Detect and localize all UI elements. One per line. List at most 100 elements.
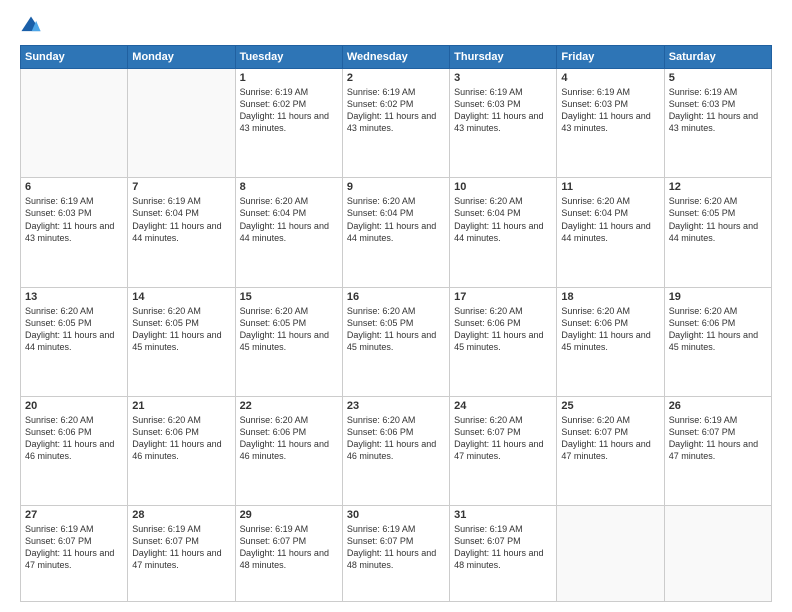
day-info: Sunrise: 6:19 AM Sunset: 6:03 PM Dayligh… — [25, 195, 123, 244]
logo-icon — [20, 15, 42, 37]
calendar-week-2: 6 Sunrise: 6:19 AM Sunset: 6:03 PM Daylig… — [21, 178, 772, 287]
calendar-cell: 14 Sunrise: 6:20 AM Sunset: 6:05 PM Dayli… — [128, 287, 235, 396]
calendar-cell: 23 Sunrise: 6:20 AM Sunset: 6:06 PM Dayli… — [342, 396, 449, 505]
day-number: 25 — [561, 400, 659, 412]
calendar-cell: 19 Sunrise: 6:20 AM Sunset: 6:06 PM Dayli… — [664, 287, 771, 396]
day-info: Sunrise: 6:20 AM Sunset: 6:06 PM Dayligh… — [25, 414, 123, 463]
day-info: Sunrise: 6:20 AM Sunset: 6:05 PM Dayligh… — [347, 305, 445, 354]
calendar-cell: 27 Sunrise: 6:19 AM Sunset: 6:07 PM Dayli… — [21, 506, 128, 602]
calendar-header-sunday: Sunday — [21, 46, 128, 69]
header — [20, 15, 772, 37]
calendar-table: SundayMondayTuesdayWednesdayThursdayFrid… — [20, 45, 772, 602]
day-number: 20 — [25, 400, 123, 412]
logo — [20, 15, 46, 37]
calendar-header-row: SundayMondayTuesdayWednesdayThursdayFrid… — [21, 46, 772, 69]
day-info: Sunrise: 6:20 AM Sunset: 6:06 PM Dayligh… — [347, 414, 445, 463]
calendar-cell: 16 Sunrise: 6:20 AM Sunset: 6:05 PM Dayli… — [342, 287, 449, 396]
calendar-cell: 7 Sunrise: 6:19 AM Sunset: 6:04 PM Daylig… — [128, 178, 235, 287]
day-number: 11 — [561, 181, 659, 193]
day-info: Sunrise: 6:20 AM Sunset: 6:07 PM Dayligh… — [454, 414, 552, 463]
calendar-header-monday: Monday — [128, 46, 235, 69]
day-info: Sunrise: 6:20 AM Sunset: 6:06 PM Dayligh… — [561, 305, 659, 354]
day-number: 26 — [669, 400, 767, 412]
day-number: 22 — [240, 400, 338, 412]
page: SundayMondayTuesdayWednesdayThursdayFrid… — [0, 0, 792, 612]
day-number: 24 — [454, 400, 552, 412]
day-info: Sunrise: 6:20 AM Sunset: 6:06 PM Dayligh… — [669, 305, 767, 354]
calendar-header-friday: Friday — [557, 46, 664, 69]
day-info: Sunrise: 6:19 AM Sunset: 6:07 PM Dayligh… — [454, 523, 552, 572]
day-info: Sunrise: 6:19 AM Sunset: 6:03 PM Dayligh… — [561, 86, 659, 135]
calendar-cell: 31 Sunrise: 6:19 AM Sunset: 6:07 PM Dayli… — [450, 506, 557, 602]
day-info: Sunrise: 6:19 AM Sunset: 6:07 PM Dayligh… — [25, 523, 123, 572]
calendar-cell — [557, 506, 664, 602]
calendar-cell: 22 Sunrise: 6:20 AM Sunset: 6:06 PM Dayli… — [235, 396, 342, 505]
calendar-cell: 20 Sunrise: 6:20 AM Sunset: 6:06 PM Dayli… — [21, 396, 128, 505]
calendar-cell — [664, 506, 771, 602]
calendar-header-saturday: Saturday — [664, 46, 771, 69]
day-info: Sunrise: 6:20 AM Sunset: 6:04 PM Dayligh… — [240, 195, 338, 244]
day-info: Sunrise: 6:19 AM Sunset: 6:02 PM Dayligh… — [240, 86, 338, 135]
calendar-week-3: 13 Sunrise: 6:20 AM Sunset: 6:05 PM Dayli… — [21, 287, 772, 396]
calendar-cell: 18Sunrise: 6:20 AM Sunset: 6:06 PM Dayli… — [557, 287, 664, 396]
calendar-cell: 6 Sunrise: 6:19 AM Sunset: 6:03 PM Daylig… — [21, 178, 128, 287]
day-number: 5 — [669, 72, 767, 84]
calendar-cell: 12Sunrise: 6:20 AM Sunset: 6:05 PM Dayli… — [664, 178, 771, 287]
calendar-cell: 13Sunrise: 6:20 AM Sunset: 6:05 PM Dayli… — [21, 287, 128, 396]
day-info: Sunrise: 6:19 AM Sunset: 6:07 PM Dayligh… — [347, 523, 445, 572]
calendar-cell: 5Sunrise: 6:19 AM Sunset: 6:03 PM Daylig… — [664, 69, 771, 178]
day-number: 1 — [240, 72, 338, 84]
day-info: Sunrise: 6:20 AM Sunset: 6:06 PM Dayligh… — [240, 414, 338, 463]
day-info: Sunrise: 6:20 AM Sunset: 6:04 PM Dayligh… — [347, 195, 445, 244]
day-info: Sunrise: 6:19 AM Sunset: 6:07 PM Dayligh… — [669, 414, 767, 463]
calendar-cell: 10 Sunrise: 6:20 AM Sunset: 6:04 PM Dayli… — [450, 178, 557, 287]
calendar-cell: 2Sunrise: 6:19 AM Sunset: 6:02 PM Daylig… — [342, 69, 449, 178]
day-number: 7 — [132, 181, 230, 193]
day-number: 16 — [347, 291, 445, 303]
day-number: 31 — [454, 509, 552, 521]
calendar-cell: 28 Sunrise: 6:19 AM Sunset: 6:07 PM Dayli… — [128, 506, 235, 602]
calendar-cell: 25 Sunrise: 6:20 AM Sunset: 6:07 PM Dayli… — [557, 396, 664, 505]
calendar-cell: 1 Sunrise: 6:19 AM Sunset: 6:02 PM Daylig… — [235, 69, 342, 178]
calendar-cell: 29 Sunrise: 6:19 AM Sunset: 6:07 PM Dayli… — [235, 506, 342, 602]
calendar-cell: 8 Sunrise: 6:20 AM Sunset: 6:04 PM Daylig… — [235, 178, 342, 287]
day-info: Sunrise: 6:20 AM Sunset: 6:05 PM Dayligh… — [132, 305, 230, 354]
day-info: Sunrise: 6:19 AM Sunset: 6:07 PM Dayligh… — [132, 523, 230, 572]
calendar-cell: 21 Sunrise: 6:20 AM Sunset: 6:06 PM Dayli… — [128, 396, 235, 505]
day-number: 29 — [240, 509, 338, 521]
calendar-cell: 11Sunrise: 6:20 AM Sunset: 6:04 PM Dayli… — [557, 178, 664, 287]
calendar-cell: 9 Sunrise: 6:20 AM Sunset: 6:04 PM Daylig… — [342, 178, 449, 287]
day-info: Sunrise: 6:20 AM Sunset: 6:04 PM Dayligh… — [454, 195, 552, 244]
day-info: Sunrise: 6:19 AM Sunset: 6:02 PM Dayligh… — [347, 86, 445, 135]
day-info: Sunrise: 6:19 AM Sunset: 6:03 PM Dayligh… — [454, 86, 552, 135]
calendar-week-1: 1 Sunrise: 6:19 AM Sunset: 6:02 PM Daylig… — [21, 69, 772, 178]
day-number: 9 — [347, 181, 445, 193]
day-number: 14 — [132, 291, 230, 303]
calendar-cell: 15 Sunrise: 6:20 AM Sunset: 6:05 PM Dayli… — [235, 287, 342, 396]
day-number: 8 — [240, 181, 338, 193]
day-number: 3 — [454, 72, 552, 84]
day-number: 15 — [240, 291, 338, 303]
day-number: 19 — [669, 291, 767, 303]
day-number: 21 — [132, 400, 230, 412]
day-number: 4 — [561, 72, 659, 84]
calendar-week-4: 20 Sunrise: 6:20 AM Sunset: 6:06 PM Dayli… — [21, 396, 772, 505]
calendar-cell: 24 Sunrise: 6:20 AM Sunset: 6:07 PM Dayli… — [450, 396, 557, 505]
day-info: Sunrise: 6:19 AM Sunset: 6:07 PM Dayligh… — [240, 523, 338, 572]
day-number: 30 — [347, 509, 445, 521]
day-number: 10 — [454, 181, 552, 193]
day-number: 6 — [25, 181, 123, 193]
calendar-cell: 4 Sunrise: 6:19 AM Sunset: 6:03 PM Daylig… — [557, 69, 664, 178]
day-number: 13 — [25, 291, 123, 303]
day-number: 28 — [132, 509, 230, 521]
day-info: Sunrise: 6:20 AM Sunset: 6:05 PM Dayligh… — [240, 305, 338, 354]
day-info: Sunrise: 6:20 AM Sunset: 6:06 PM Dayligh… — [454, 305, 552, 354]
day-info: Sunrise: 6:19 AM Sunset: 6:04 PM Dayligh… — [132, 195, 230, 244]
day-number: 27 — [25, 509, 123, 521]
day-number: 23 — [347, 400, 445, 412]
day-info: Sunrise: 6:20 AM Sunset: 6:06 PM Dayligh… — [132, 414, 230, 463]
calendar-cell: 17Sunrise: 6:20 AM Sunset: 6:06 PM Dayli… — [450, 287, 557, 396]
day-info: Sunrise: 6:20 AM Sunset: 6:05 PM Dayligh… — [669, 195, 767, 244]
calendar-cell: 30 Sunrise: 6:19 AM Sunset: 6:07 PM Dayli… — [342, 506, 449, 602]
day-info: Sunrise: 6:20 AM Sunset: 6:07 PM Dayligh… — [561, 414, 659, 463]
